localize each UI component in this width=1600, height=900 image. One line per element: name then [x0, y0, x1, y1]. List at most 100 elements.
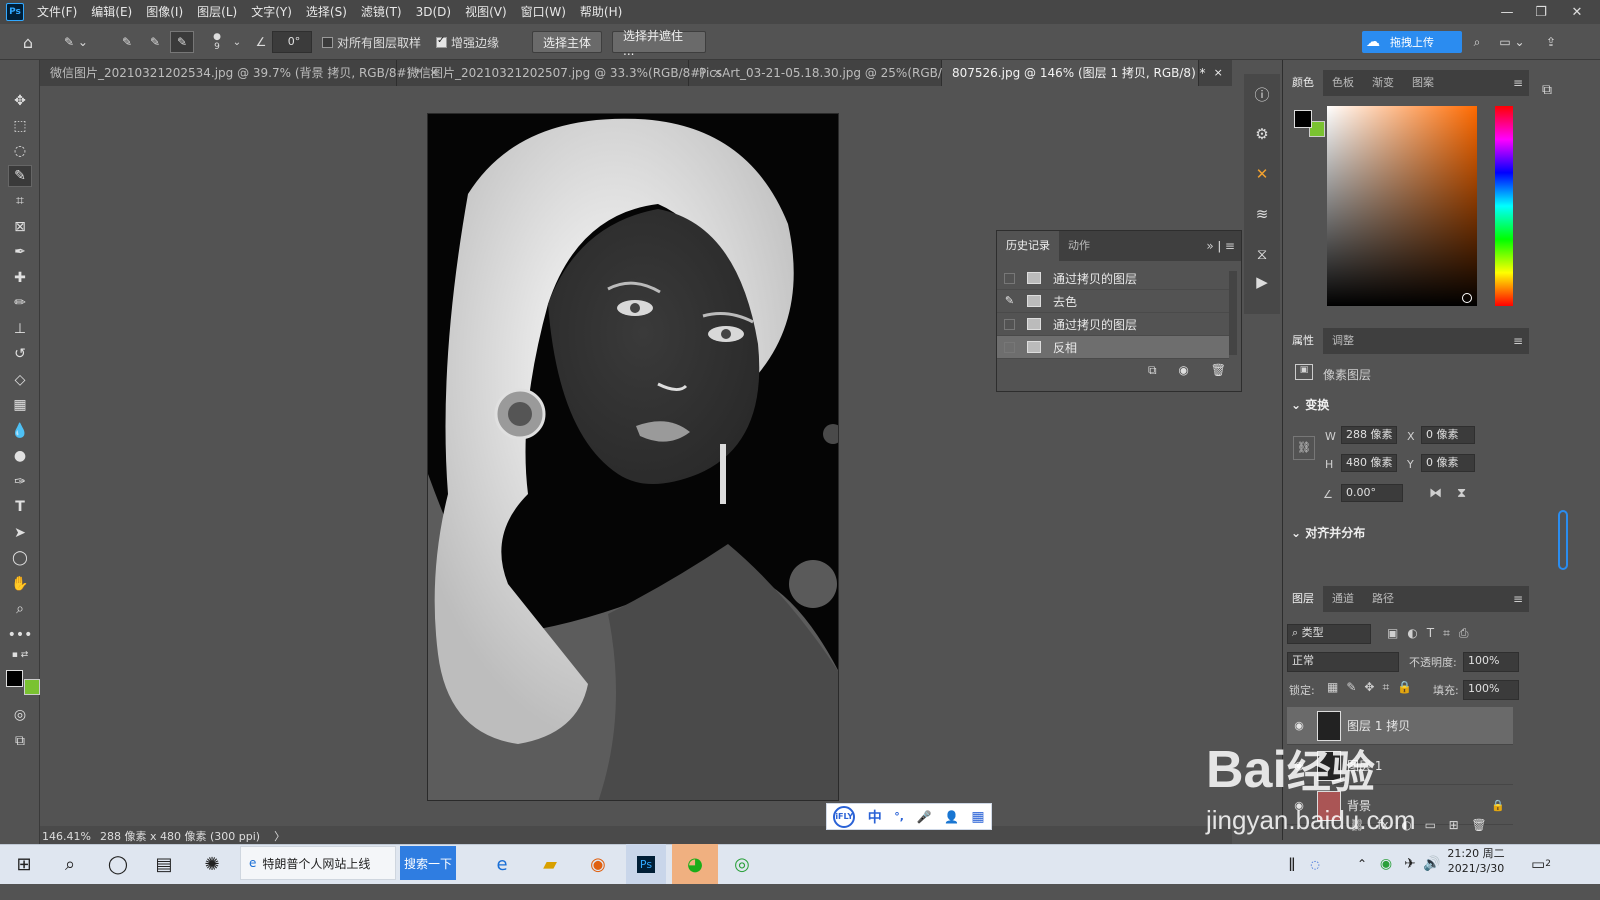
expand-icon[interactable]: » ǀ ≡	[1206, 239, 1235, 253]
eraser-tool-icon[interactable]: ◇	[8, 369, 32, 391]
menu-layer[interactable]: 图层(L)	[190, 0, 244, 24]
y-input[interactable]: 0 像素	[1421, 454, 1475, 472]
flip-horizontal-icon[interactable]: ⧓	[1429, 486, 1442, 501]
ellipse-tool-icon[interactable]: ◯	[8, 547, 32, 569]
history-item[interactable]: 通过拷贝的图层	[997, 267, 1229, 290]
chevron-down-icon[interactable]: ⌄	[230, 31, 244, 53]
panel-menu-icon[interactable]: ≡	[1513, 334, 1523, 348]
visibility-eye-icon[interactable]: ◉	[1287, 759, 1311, 772]
more-tools-icon[interactable]: •••	[8, 624, 33, 646]
tab-document-3[interactable]: PicsArt_03-21-05.18.30.jpg @ 25%(RGB/8)×	[689, 60, 971, 86]
menu-help[interactable]: 帮助(H)	[573, 0, 629, 24]
brush-size-picker[interactable]: ● 9	[206, 31, 228, 53]
libraries-icon[interactable]: ⚙	[1250, 122, 1274, 146]
sample-all-layers-checkbox[interactable]: 对所有图层取样	[322, 31, 432, 53]
tab-swatches[interactable]: 色板	[1323, 70, 1363, 96]
history-panel-icon[interactable]: ⧖	[1250, 242, 1274, 266]
zoom-tool-icon[interactable]: ⌕	[8, 598, 32, 620]
tab-document-2[interactable]: 微信图片_20210321202507.jpg @ 33.3%(RGB/8#) ×	[397, 60, 722, 86]
screen-mode-icon[interactable]: ⧉	[8, 730, 32, 752]
foreground-color-chip[interactable]	[1294, 110, 1312, 128]
actions-play-icon[interactable]: ▶	[1250, 270, 1274, 294]
foreground-color-swatch[interactable]	[6, 670, 23, 687]
status-arrow-icon[interactable]: 〉	[274, 828, 285, 844]
hand-tool-icon[interactable]: ✋	[8, 573, 32, 595]
mask-icon[interactable]: ◐	[1401, 818, 1411, 832]
photoshop-taskbar-icon[interactable]: Ps	[626, 844, 666, 884]
background-color-swatch[interactable]	[24, 679, 40, 695]
file-explorer-icon[interactable]: ▰	[530, 844, 570, 884]
lasso-tool-icon[interactable]: ◌	[8, 140, 32, 162]
select-subject-button[interactable]: 选择主体	[532, 31, 602, 53]
eyedropper-tool-icon[interactable]: ✒	[8, 241, 32, 263]
menu-window[interactable]: 窗口(W)	[514, 0, 573, 24]
scroll-indicator[interactable]	[1558, 510, 1568, 570]
close-icon[interactable]: ×	[1214, 60, 1223, 86]
ime-punctuation-icon[interactable]: °,	[894, 810, 904, 823]
frame-tool-icon[interactable]: ⊠	[8, 216, 32, 238]
search-icon[interactable]: ⌕	[1466, 31, 1488, 53]
wechat-icon[interactable]: ◕	[672, 844, 718, 884]
hue-slider[interactable]	[1495, 106, 1513, 306]
search-icon[interactable]: ⌕	[50, 844, 90, 884]
tab-adjustments[interactable]: 调整	[1323, 328, 1363, 354]
zoom-level[interactable]: 146.41%	[42, 830, 98, 843]
color-picker-cursor[interactable]	[1462, 293, 1472, 303]
crop-tool-icon[interactable]: ⌗	[8, 190, 32, 212]
cortana-icon[interactable]: ◯	[98, 844, 138, 884]
chevron-up-icon[interactable]: ⌃	[1350, 844, 1374, 884]
security-tray-icon[interactable]: ◉	[1374, 844, 1398, 884]
menu-type[interactable]: 文字(Y)	[244, 0, 299, 24]
tab-document-1[interactable]: 微信图片_20210321202534.jpg @ 39.7% (背景 拷贝, …	[40, 60, 438, 86]
layer-row[interactable]: ◉ 图层 1	[1287, 747, 1513, 785]
cloud-upload-button[interactable]: ☁ 拖拽上传	[1362, 31, 1462, 53]
color-field[interactable]	[1327, 106, 1477, 306]
history-item[interactable]: ✎ 去色	[997, 290, 1229, 313]
tab-layers[interactable]: 图层	[1283, 586, 1323, 612]
system-clock[interactable]: 21:20 周二 2021/3/30	[1440, 846, 1512, 880]
pen-tool-icon[interactable]: ✑	[8, 471, 32, 493]
gradient-tool-icon[interactable]: ▦	[8, 394, 32, 416]
ifly-logo-icon[interactable]: iFLY	[833, 805, 856, 828]
history-state-checkbox[interactable]	[1004, 341, 1015, 353]
brush-tool-icon[interactable]: ✏	[8, 292, 32, 314]
marquee-tool-icon[interactable]: ⬚	[8, 115, 32, 137]
fill-input[interactable]: 100%	[1463, 680, 1519, 700]
tab-properties[interactable]: 属性	[1283, 328, 1323, 354]
history-item[interactable]: 通过拷贝的图层	[997, 313, 1229, 336]
fx-icon[interactable]: fx	[1377, 818, 1388, 832]
edge-browser-icon[interactable]: e	[482, 844, 522, 884]
link-icon[interactable]: ⛓	[1293, 436, 1315, 460]
angle-field[interactable]: 0.00°	[1341, 484, 1403, 502]
layer-filter-select[interactable]: ⌕ 类型	[1287, 624, 1371, 644]
subtract-selection-icon[interactable]: ✎	[170, 31, 194, 53]
ime-chinese-mode[interactable]: 中	[868, 807, 882, 827]
user-icon[interactable]: 👤	[944, 810, 959, 824]
browser-search-box[interactable]: e 特朗普个人网站上线	[240, 846, 396, 880]
panel-menu-icon[interactable]: ≡	[1513, 76, 1523, 90]
trash-icon[interactable]: 🗑	[1211, 363, 1226, 378]
width-input[interactable]: 288 像素	[1341, 426, 1397, 444]
history-state-checkbox[interactable]	[1004, 318, 1015, 330]
angle-input[interactable]: 0°	[272, 31, 312, 53]
new-selection-icon[interactable]: ✎	[116, 31, 138, 53]
history-item-selected[interactable]: 反相	[997, 336, 1229, 359]
menu-edit[interactable]: 编辑(E)	[84, 0, 139, 24]
align-distribute-section[interactable]: ⌄ 对齐并分布	[1291, 524, 1365, 541]
history-brush-tool-icon[interactable]: ↺	[8, 343, 32, 365]
visibility-eye-icon[interactable]: ◉	[1287, 719, 1311, 732]
flip-vertical-icon[interactable]: ⧗	[1457, 486, 1466, 501]
healing-brush-tool-icon[interactable]: ✚	[8, 267, 32, 289]
browser-360-icon[interactable]: ◎	[722, 844, 762, 884]
brush-settings-icon[interactable]: ≋	[1250, 202, 1274, 226]
close-button[interactable]: ✕	[1560, 0, 1594, 24]
history-state-checkbox[interactable]	[1004, 272, 1015, 284]
tab-document-4[interactable]: 807526.jpg @ 146% (图层 1 拷贝, RGB/8) * ×	[942, 60, 1223, 86]
minimize-button[interactable]: —	[1490, 0, 1524, 24]
swap-colors-icon[interactable]: ▪ ⇄	[8, 648, 32, 662]
camera-snapshot-icon[interactable]: ◉	[1178, 363, 1188, 378]
move-tool-icon[interactable]: ✥	[8, 90, 32, 112]
opacity-input[interactable]: 100%	[1463, 652, 1519, 672]
blur-tool-icon[interactable]: 💧	[8, 420, 32, 442]
quick-selection-tool-icon[interactable]: ✎	[8, 165, 32, 187]
